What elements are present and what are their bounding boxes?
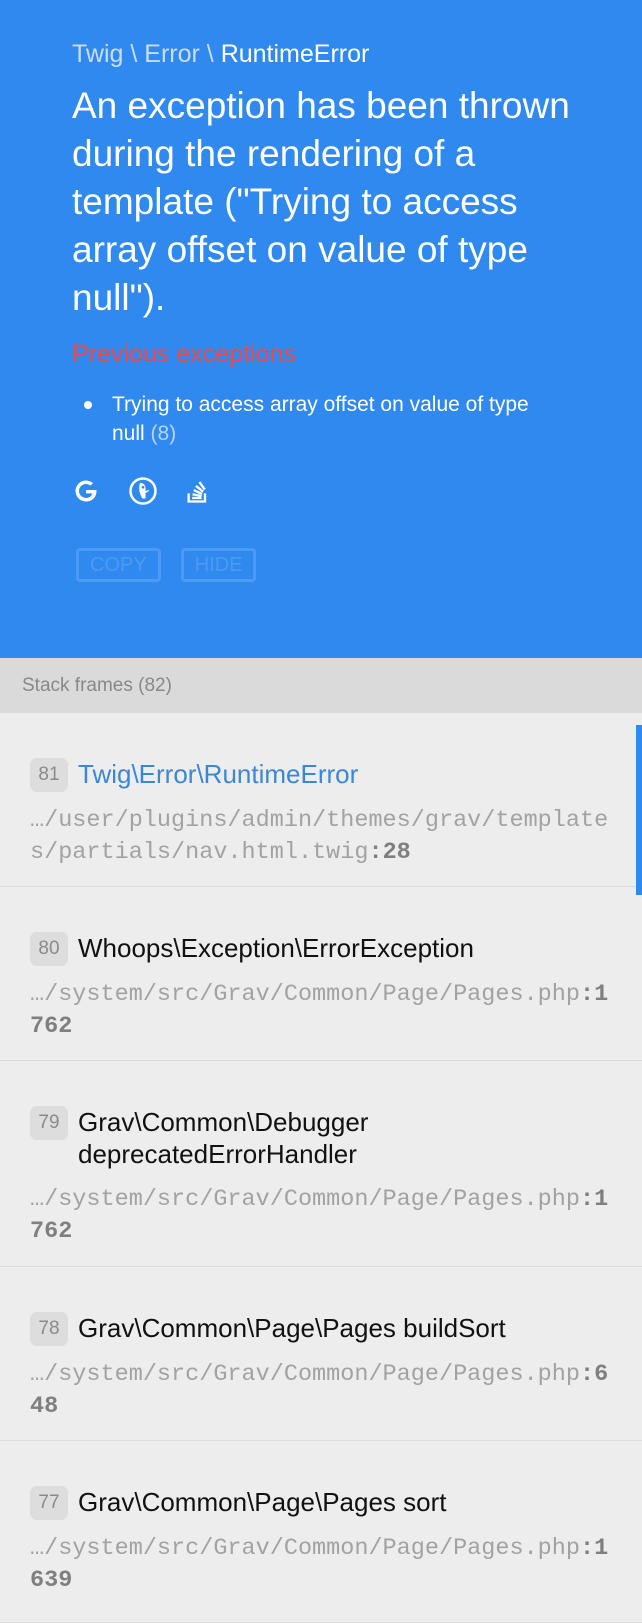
previous-exceptions-title: Previous exceptions — [72, 340, 296, 368]
search-google-button[interactable] — [72, 474, 128, 508]
copy-button[interactable]: COPY — [76, 548, 161, 582]
frame-index: 78 — [30, 1312, 68, 1346]
exception-class-path: Twig \ Error \ RuntimeError — [72, 40, 369, 69]
frame-file: …/user/plugins/admin/themes/grav/templat… — [30, 805, 610, 869]
frame-file: …/system/src/Grav/Common/Page/Pages.php:… — [30, 1533, 610, 1597]
stackoverflow-icon — [187, 481, 207, 503]
stack-frame[interactable]: 81 Twig\Error\RuntimeError …/user/plugin… — [0, 713, 642, 895]
action-buttons: COPY HIDE — [76, 548, 276, 582]
hide-button[interactable]: HIDE — [180, 548, 257, 582]
stack-frame[interactable]: 79 Grav\Common\Debugger deprecatedErrorH… — [0, 1061, 642, 1267]
frame-class: Grav\Common\Page\Pages buildSort — [78, 1313, 506, 1343]
frame-index: 80 — [30, 932, 68, 966]
previous-exception-count: (8) — [150, 422, 177, 445]
exception-header: Twig \ Error \ RuntimeError An exception… — [0, 0, 642, 658]
stack-frames-header: Stack frames (82) — [0, 658, 642, 713]
frame-class: Grav\Common\Page\Pages sort — [78, 1487, 447, 1517]
duckduckgo-icon — [129, 477, 157, 505]
search-links — [72, 474, 240, 508]
frame-index: 81 — [30, 758, 68, 792]
frame-file-path: …/system/src/Grav/Common/Page/Pages.php — [30, 1186, 580, 1213]
previous-exceptions-list: Trying to access array offset on value o… — [80, 390, 550, 448]
frame-class: Twig\Error\RuntimeError — [78, 759, 359, 789]
frame-class: Grav\Common\Debugger deprecatedErrorHand… — [78, 1107, 369, 1169]
frame-file: …/system/src/Grav/Common/Page/Pages.php:… — [30, 1359, 610, 1423]
namespace-separator: \ — [206, 40, 214, 68]
search-duckduckgo-button[interactable] — [128, 474, 184, 508]
frame-class: Whoops\Exception\ErrorException — [78, 933, 474, 963]
namespace-part: Twig — [72, 40, 124, 68]
frame-file-path: …/user/plugins/admin/themes/grav/templat… — [30, 807, 609, 866]
namespace-part: Error — [144, 40, 200, 68]
stack-frame[interactable]: 78 Grav\Common\Page\Pages buildSort …/sy… — [0, 1267, 642, 1441]
exception-class-name: RuntimeError — [220, 40, 370, 68]
frame-file: …/system/src/Grav/Common/Page/Pages.php:… — [30, 979, 610, 1043]
frame-index: 79 — [30, 1106, 68, 1140]
frame-file-path: …/system/src/Grav/Common/Page/Pages.php — [30, 1361, 580, 1388]
search-stackoverflow-button[interactable] — [184, 474, 240, 508]
frame-file-path: …/system/src/Grav/Common/Page/Pages.php — [30, 981, 580, 1008]
frame-index: 77 — [30, 1486, 68, 1520]
bullet-icon — [84, 401, 92, 409]
stack-frame[interactable]: 80 Whoops\Exception\ErrorException …/sys… — [0, 887, 642, 1061]
google-icon — [75, 480, 97, 502]
stack-frame[interactable]: 77 Grav\Common\Page\Pages sort …/system/… — [0, 1441, 642, 1623]
stack-frames-list: 81 Twig\Error\RuntimeError …/user/plugin… — [0, 713, 642, 1623]
frame-file-path: …/system/src/Grav/Common/Page/Pages.php — [30, 1535, 580, 1562]
frame-file: …/system/src/Grav/Common/Page/Pages.php:… — [30, 1184, 610, 1248]
previous-exception-item[interactable]: Trying to access array offset on value o… — [80, 390, 550, 448]
exception-message: An exception has been thrown during the … — [72, 85, 570, 318]
frame-line: :28 — [368, 839, 411, 866]
namespace-separator: \ — [130, 40, 138, 68]
